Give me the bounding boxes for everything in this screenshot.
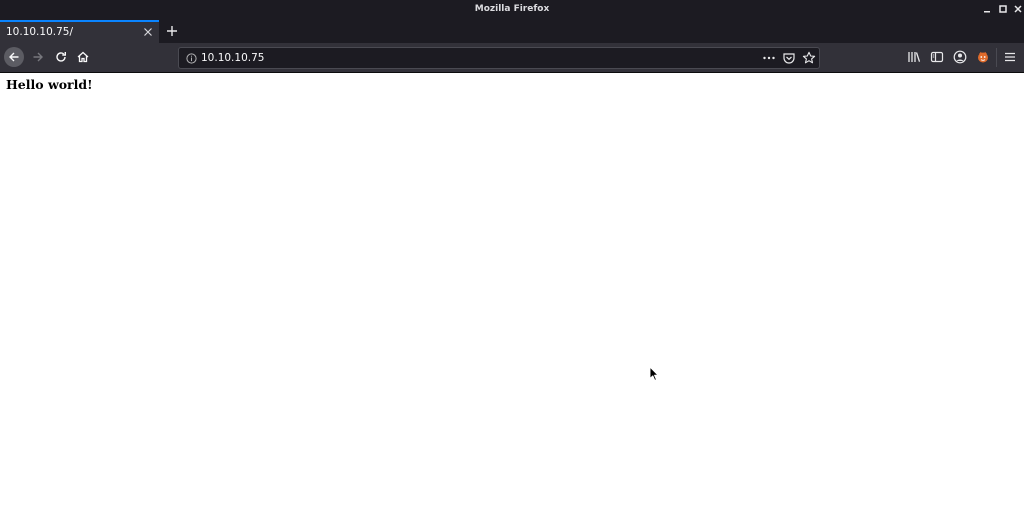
toolbar-separator — [996, 48, 997, 67]
home-icon — [77, 51, 89, 63]
minimize-icon — [984, 11, 990, 13]
back-arrow-icon — [9, 52, 19, 62]
reload-button[interactable] — [51, 47, 71, 67]
plus-icon — [167, 26, 177, 36]
hamburger-menu-icon — [1005, 52, 1015, 62]
maximize-icon — [999, 5, 1007, 13]
extension-icon — [978, 51, 988, 63]
close-tab-icon — [144, 28, 152, 36]
menu-button[interactable] — [1000, 47, 1020, 67]
tab-strip: 10.10.10.75/ — [0, 20, 1024, 43]
firefox-window: Mozilla Firefox 10.10.10.75/ 10.10.10.75… — [0, 0, 1024, 526]
back-button[interactable] — [4, 47, 24, 67]
account-button[interactable] — [950, 47, 970, 67]
close-icon — [1014, 5, 1022, 13]
home-button[interactable] — [73, 47, 93, 67]
mouse-cursor-icon — [649, 366, 659, 381]
url-text[interactable]: 10.10.10.75 — [201, 52, 264, 64]
close-window-button[interactable] — [1012, 3, 1024, 15]
title-bar: Mozilla Firefox — [0, 0, 1024, 20]
url-bar[interactable]: 10.10.10.75 — [178, 47, 820, 69]
tab-active[interactable]: 10.10.10.75/ — [0, 20, 159, 43]
window-title: Mozilla Firefox — [474, 4, 550, 14]
sidebar-icon — [930, 51, 944, 63]
forward-arrow-icon — [33, 52, 43, 62]
page-content: Hello world! — [0, 73, 1024, 526]
forward-button[interactable] — [28, 47, 48, 67]
library-button[interactable] — [904, 47, 924, 67]
pocket-button[interactable] — [782, 51, 796, 65]
navigation-toolbar: 10.10.10.75 — [0, 43, 1024, 73]
bookmark-button[interactable] — [802, 51, 816, 65]
maximize-button[interactable] — [997, 3, 1009, 15]
tab-title: 10.10.10.75/ — [6, 26, 73, 38]
page-actions-icon — [763, 56, 775, 60]
new-tab-button[interactable] — [163, 22, 181, 40]
site-info-button[interactable] — [184, 51, 198, 65]
account-icon — [953, 50, 967, 64]
page-actions-button[interactable] — [762, 51, 776, 65]
info-icon — [185, 52, 197, 64]
tab-close-button[interactable] — [142, 26, 154, 38]
minimize-button[interactable] — [981, 3, 993, 15]
library-icon — [908, 52, 921, 62]
sidebar-button[interactable] — [927, 47, 947, 67]
extension-button[interactable] — [973, 47, 993, 67]
page-heading: Hello world! — [6, 77, 93, 92]
reload-icon — [56, 52, 66, 62]
bookmark-star-icon — [802, 51, 816, 64]
pocket-icon — [783, 53, 795, 64]
